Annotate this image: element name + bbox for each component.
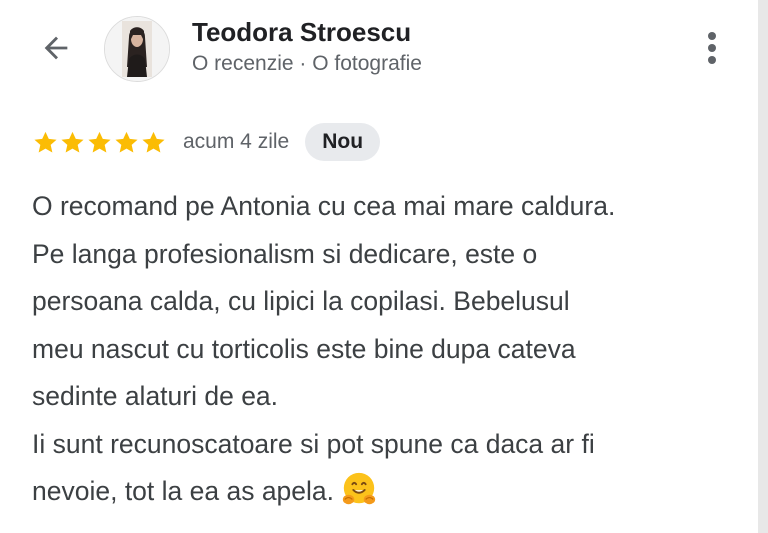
review-line: sedinte alaturi de ea. (32, 381, 279, 411)
review-line: persoana calda, cu lipici la copilasi. B… (32, 286, 570, 316)
new-badge: Nou (305, 123, 381, 161)
avatar[interactable] (104, 16, 170, 82)
review-line: Ii sunt recunoscatoare si pot spune ca d… (32, 428, 595, 459)
more-options-button[interactable] (694, 28, 730, 68)
arrow-back-icon (44, 36, 68, 60)
star-icon (34, 131, 57, 153)
rating-row: acum 4 zile Nou (32, 122, 381, 162)
reviewer-name[interactable]: Teodora Stroescu (192, 17, 411, 48)
review-page: Teodora Stroescu O recenzie · O fotograf… (0, 0, 768, 533)
star-icon (88, 131, 111, 153)
reviewer-meta: O recenzie · O fotografie (192, 52, 422, 75)
review-line-last: nevoie, tot la ea as apela. (32, 468, 744, 516)
profile-photo (105, 17, 169, 81)
review-time: acum 4 zile (183, 130, 290, 153)
review-line: Pe langa profesionalism si dedicare, est… (32, 238, 538, 269)
star-icon (61, 131, 84, 153)
review-line: O recomand pe Antonia cu cea mai mare ca… (32, 191, 616, 221)
more-vert-icon (708, 32, 716, 64)
review-text: O recomand pe Antonia cu cea mai mare ca… (32, 183, 744, 516)
back-button[interactable] (34, 28, 78, 68)
review-line: meu nascut cu torticolis este bine dupa … (32, 333, 576, 364)
scrollbar-track[interactable] (758, 0, 768, 533)
star-rating (32, 129, 167, 156)
review-line: nevoie, tot la ea as apela. (32, 476, 335, 506)
star-icon (142, 131, 165, 153)
star-icon (115, 131, 138, 153)
hugging-face-emoji (342, 472, 376, 505)
